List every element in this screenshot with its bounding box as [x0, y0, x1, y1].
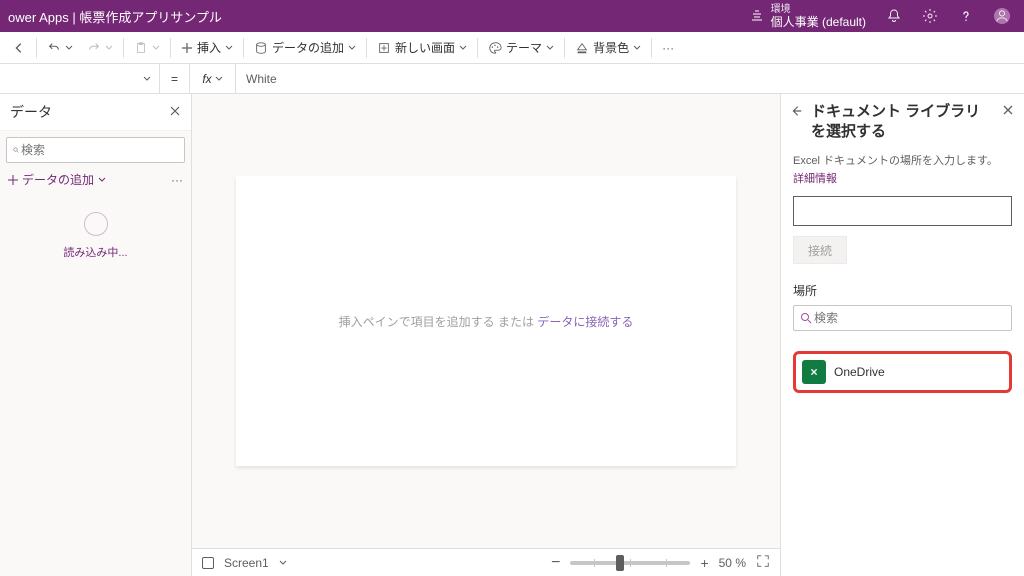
app-header: ower Apps | 帳票作成アプリサンプル 環境 個人事業 (default… — [0, 0, 1024, 32]
zoom-slider[interactable] — [570, 561, 690, 565]
canvas-area: 挿入ペインで項目を追加する または データに接続する Screen1 − + 5… — [192, 94, 780, 576]
connect-button[interactable]: 接続 — [793, 236, 847, 264]
canvas-footer: Screen1 − + 50 % — [192, 548, 780, 576]
search-icon — [800, 312, 812, 324]
data-pane-title: データ — [10, 102, 52, 122]
new-screen-label: 新しい画面 — [395, 39, 455, 56]
equals-label: = — [160, 64, 190, 93]
app-title: ower Apps | 帳票作成アプリサンプル — [8, 7, 222, 26]
notifications-icon[interactable] — [886, 8, 902, 24]
location-search-field[interactable] — [812, 310, 1005, 326]
background-color-menu[interactable]: 背景色 — [569, 34, 647, 62]
add-data-menu[interactable]: データの追加 — [248, 34, 362, 62]
excel-icon — [802, 360, 826, 384]
plus-icon — [8, 175, 18, 185]
connect-data-link[interactable]: データに接続する — [537, 315, 633, 329]
insert-menu[interactable]: 挿入 — [175, 34, 239, 62]
right-pane-description: Excel ドキュメントの場所を入力します。 — [793, 152, 1012, 168]
environment-name: 個人事業 (default) — [771, 16, 866, 29]
account-avatar[interactable] — [994, 8, 1010, 24]
add-data-pane-label: データの追加 — [22, 171, 94, 188]
background-color-label: 背景色 — [593, 39, 629, 56]
undo-button[interactable] — [41, 34, 79, 62]
environment-picker[interactable]: 環境 個人事業 (default) — [749, 3, 866, 29]
zoom-suffix: % — [732, 556, 746, 570]
zoom-out-button[interactable]: − — [551, 554, 560, 572]
product-name: ower Apps — [8, 10, 69, 25]
theme-menu[interactable]: テーマ — [482, 34, 560, 62]
loading-label: 読み込み中... — [63, 244, 127, 260]
onedrive-item[interactable]: OneDrive — [793, 351, 1012, 393]
add-data-label: データの追加 — [272, 39, 344, 56]
fit-screen-icon[interactable] — [756, 554, 770, 571]
environment-icon — [749, 8, 765, 24]
close-icon[interactable] — [998, 102, 1014, 119]
screen-checkbox[interactable] — [202, 557, 214, 569]
location-label: 場所 — [793, 282, 1012, 299]
zoom-value: 50 — [719, 556, 732, 570]
zoom-in-button[interactable]: + — [700, 555, 708, 571]
formula-bar: = fx White — [0, 64, 1024, 94]
document-library-pane: ドキュメント ライブラリ を選択する Excel ドキュメントの場所を入力します… — [780, 94, 1024, 576]
add-data-button[interactable]: データの追加 ··· — [0, 167, 191, 194]
back-arrow-icon[interactable] — [789, 102, 807, 121]
environment-label: 環境 — [771, 3, 866, 16]
formula-input[interactable]: White — [236, 64, 1024, 93]
placeholder-text: 挿入ペインで項目を追加する または — [339, 315, 538, 329]
more-icon[interactable]: ··· — [171, 173, 183, 187]
data-search-field[interactable] — [19, 142, 178, 158]
insert-label: 挿入 — [197, 39, 221, 56]
screen-artboard[interactable]: 挿入ペインで項目を追加する または データに接続する — [236, 176, 736, 466]
theme-label: テーマ — [506, 39, 542, 56]
screen-name-label[interactable]: Screen1 — [224, 556, 269, 570]
back-button[interactable] — [6, 34, 32, 62]
settings-icon[interactable] — [922, 8, 938, 24]
data-pane: データ データの追加 ··· 読み込み中... — [0, 94, 192, 576]
ribbon: 挿入 データの追加 新しい画面 テーマ 背景色 ··· — [0, 32, 1024, 64]
close-icon[interactable] — [169, 104, 181, 120]
screen-dropdown-icon[interactable] — [279, 559, 287, 567]
onedrive-label: OneDrive — [834, 365, 885, 379]
document-location-input[interactable] — [793, 196, 1012, 226]
more-info-link[interactable]: 詳細情報 — [793, 170, 837, 186]
property-selector[interactable] — [0, 64, 160, 93]
redo-button[interactable] — [81, 34, 119, 62]
app-file-name: 帳票作成アプリサンプル — [79, 10, 222, 25]
help-icon[interactable] — [958, 8, 974, 24]
canvas-placeholder: 挿入ペインで項目を追加する または データに接続する — [339, 313, 634, 330]
loading-spinner-icon — [84, 212, 108, 236]
data-search-input[interactable] — [6, 137, 185, 163]
location-search-input[interactable] — [793, 305, 1012, 331]
right-pane-title: ドキュメント ライブラリ を選択する — [807, 102, 998, 142]
fx-button[interactable]: fx — [190, 64, 236, 93]
title-separator: | — [69, 10, 80, 25]
ribbon-overflow[interactable]: ··· — [656, 34, 680, 62]
paste-button[interactable] — [128, 34, 166, 62]
fx-label: fx — [202, 72, 211, 86]
new-screen-menu[interactable]: 新しい画面 — [371, 34, 473, 62]
